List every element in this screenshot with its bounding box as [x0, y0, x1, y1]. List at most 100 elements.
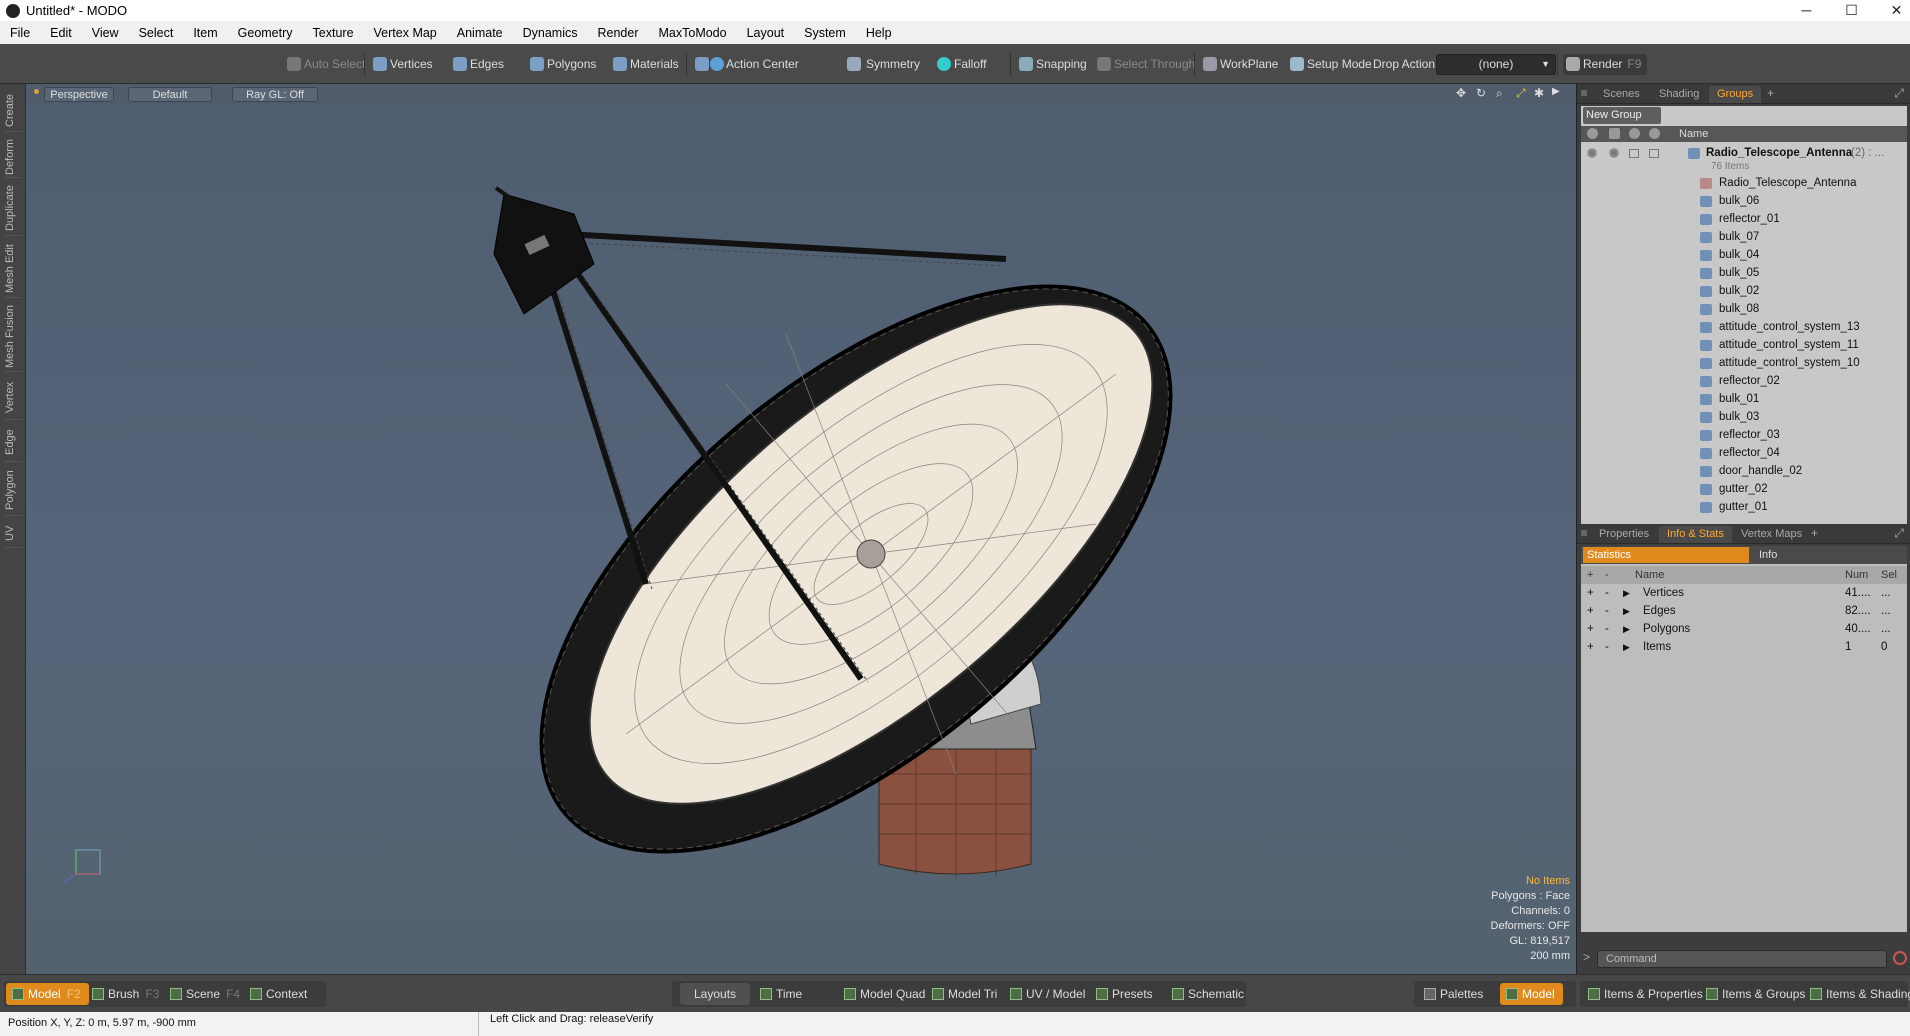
layouts-button[interactable]: Layouts — [680, 983, 751, 1005]
maximize-button[interactable]: ☐ — [1829, 0, 1874, 21]
brush-layout-button[interactable]: Brush F3 — [86, 983, 159, 1005]
menu-select[interactable]: Select — [129, 26, 184, 40]
list-item[interactable]: Radio_Telescope_Antenna — [1581, 174, 1907, 192]
menu-render[interactable]: Render — [588, 26, 649, 40]
tab-mesh-fusion[interactable]: Mesh Fusion — [4, 302, 22, 372]
time-layout-button[interactable]: Time — [754, 983, 802, 1005]
uv-model-button[interactable]: UV / Model — [1004, 983, 1085, 1005]
list-item[interactable]: reflector_02 — [1581, 372, 1907, 390]
list-item[interactable]: bulk_01 — [1581, 390, 1907, 408]
remove-icon[interactable]: - — [1605, 602, 1609, 620]
tab-groups[interactable]: Groups — [1709, 86, 1762, 103]
tab-create[interactable]: Create — [4, 90, 22, 132]
model-layout-button[interactable]: Model F2 — [6, 983, 89, 1005]
menu-edit[interactable]: Edit — [40, 26, 82, 40]
tab-mesh-edit[interactable]: Mesh Edit — [4, 240, 22, 298]
snapping-button[interactable]: Snapping — [1016, 54, 1087, 75]
panel-menu-icon[interactable] — [1581, 90, 1587, 96]
expand-arrow-icon[interactable]: ▶ — [1623, 620, 1630, 638]
polygons-button[interactable]: Polygons — [527, 54, 596, 75]
menu-animate[interactable]: Animate — [447, 26, 513, 40]
expand-arrow-icon[interactable]: ▶ — [1623, 602, 1630, 620]
model-tri-button[interactable]: Model Tri — [926, 983, 997, 1005]
list-item[interactable]: bulk_04 — [1581, 246, 1907, 264]
expand-all-icon[interactable]: + — [1587, 566, 1593, 584]
menu-file[interactable]: File — [0, 26, 40, 40]
panel-menu-icon[interactable] — [1581, 530, 1587, 536]
expand-icon[interactable]: ⤢ — [1894, 86, 1904, 101]
list-item[interactable]: reflector_01 — [1581, 210, 1907, 228]
tab-info[interactable]: Info — [1753, 547, 1903, 563]
menu-layout[interactable]: Layout — [737, 26, 795, 40]
list-item[interactable]: reflector_03 — [1581, 426, 1907, 444]
model-quad-button[interactable]: Model Quad — [838, 983, 925, 1005]
tab-vertex[interactable]: Vertex — [4, 376, 22, 420]
stats-row-edges[interactable]: + - ▶ Edges 82.... ... — [1581, 602, 1907, 620]
setup-mode-button[interactable]: Setup Mode — [1287, 54, 1372, 75]
tab-properties[interactable]: Properties — [1591, 526, 1657, 543]
symmetry-button[interactable]: Symmetry — [844, 54, 920, 75]
list-item[interactable]: attitude_control_system_11 — [1581, 336, 1907, 354]
add-icon[interactable]: + — [1587, 602, 1594, 620]
falloff-button[interactable]: Falloff — [934, 54, 986, 75]
items-groups-button[interactable]: Items & Groups — [1700, 983, 1805, 1005]
add-tab-icon[interactable]: + — [1811, 526, 1818, 540]
tab-scenes[interactable]: Scenes — [1595, 86, 1648, 103]
expand-arrow-icon[interactable]: ▶ — [1623, 638, 1630, 656]
menu-geometry[interactable]: Geometry — [228, 26, 303, 40]
tab-info-stats[interactable]: Info & Stats — [1659, 526, 1732, 543]
expand-arrow-icon[interactable]: ▶ — [1623, 584, 1630, 602]
list-item[interactable]: attitude_control_system_13 — [1581, 318, 1907, 336]
3d-viewport[interactable]: Perspective Default Ray GL: Off ✥ ↻ ⌕ ⤢ … — [26, 84, 1576, 974]
expand-icon[interactable]: ⤢ — [1894, 526, 1904, 541]
menu-help[interactable]: Help — [856, 26, 902, 40]
model-right-button[interactable]: Model — [1500, 983, 1563, 1005]
remove-icon[interactable]: - — [1605, 638, 1609, 656]
menu-maxtomodo[interactable]: MaxToModo — [649, 26, 737, 40]
list-item[interactable]: bulk_07 — [1581, 228, 1907, 246]
new-group-button[interactable]: New Group — [1583, 107, 1661, 124]
select-box-icon[interactable] — [1649, 149, 1659, 158]
auto-select-button[interactable]: Auto Select — [284, 54, 365, 75]
tab-statistics[interactable]: Statistics — [1583, 547, 1749, 563]
add-icon[interactable]: + — [1587, 584, 1594, 602]
minimize-button[interactable]: ─ — [1784, 0, 1829, 21]
stats-row-vertices[interactable]: + - ▶ Vertices 41.... ... — [1581, 584, 1907, 602]
list-item[interactable]: gutter_01 — [1581, 498, 1907, 516]
add-icon[interactable]: + — [1587, 620, 1594, 638]
workplane-button[interactable]: WorkPlane — [1200, 54, 1278, 75]
menu-system[interactable]: System — [794, 26, 856, 40]
tab-shading[interactable]: Shading — [1651, 86, 1707, 103]
select-through-button[interactable]: Select Through — [1094, 54, 1195, 75]
close-button[interactable]: ✕ — [1874, 0, 1910, 21]
menu-dynamics[interactable]: Dynamics — [513, 26, 588, 40]
remove-icon[interactable]: - — [1605, 584, 1609, 602]
list-item[interactable]: reflector_04 — [1581, 444, 1907, 462]
presets-button[interactable]: Presets — [1090, 983, 1153, 1005]
items-properties-button[interactable]: Items & Properties — [1582, 983, 1703, 1005]
vertices-button[interactable]: Vertices — [370, 54, 433, 75]
context-button[interactable]: Context — [244, 983, 307, 1005]
menu-texture[interactable]: Texture — [303, 26, 364, 40]
render-button[interactable]: Render F9 — [1563, 54, 1648, 75]
list-item[interactable]: bulk_08 — [1581, 300, 1907, 318]
edges-button[interactable]: Edges — [450, 54, 504, 75]
palettes-button[interactable]: Palettes — [1418, 983, 1483, 1005]
list-item[interactable]: bulk_03 — [1581, 408, 1907, 426]
items-shading-button[interactable]: Items & Shading — [1804, 983, 1910, 1005]
add-tab-icon[interactable]: + — [1767, 86, 1774, 100]
tab-uv[interactable]: UV — [4, 520, 22, 548]
collapse-all-icon[interactable]: - — [1605, 566, 1609, 584]
stats-row-items[interactable]: + - ▶ Items 1 0 — [1581, 638, 1907, 656]
drop-action-select[interactable]: (none) ▼ — [1436, 54, 1556, 75]
tab-edge[interactable]: Edge — [4, 424, 22, 462]
add-icon[interactable]: + — [1587, 638, 1594, 656]
menu-item[interactable]: Item — [183, 26, 227, 40]
stats-row-polygons[interactable]: + - ▶ Polygons 40.... ... — [1581, 620, 1907, 638]
list-item[interactable]: bulk_02 — [1581, 282, 1907, 300]
scene-layout-button[interactable]: Scene F4 — [164, 983, 240, 1005]
tab-polygon[interactable]: Polygon — [4, 466, 22, 516]
remove-icon[interactable]: - — [1605, 620, 1609, 638]
list-item[interactable]: bulk_06 — [1581, 192, 1907, 210]
list-item[interactable]: attitude_control_system_10 — [1581, 354, 1907, 372]
